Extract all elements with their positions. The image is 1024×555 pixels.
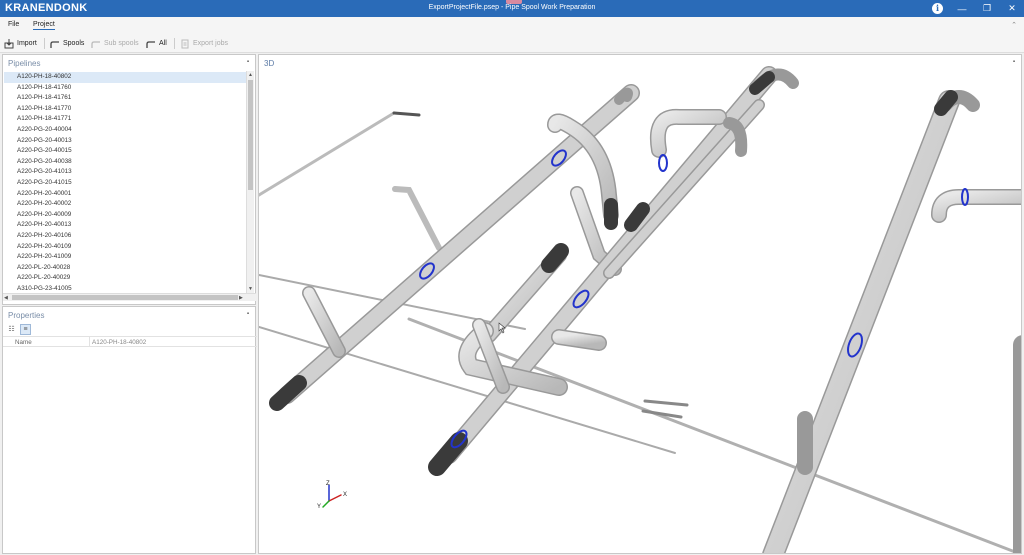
- title-bar: KRANENDONK ExportProjectFile.psep - Pipe…: [0, 0, 1024, 17]
- pipeline-list-item[interactable]: A220-PH-20-40002: [4, 199, 249, 210]
- pipelines-vertical-scrollbar[interactable]: ▲ ▼: [246, 71, 254, 293]
- ground-line: [407, 317, 1021, 553]
- window-title: ExportProjectFile.psep - Pipe Spool Work…: [428, 4, 596, 11]
- menu-file[interactable]: File: [8, 21, 19, 28]
- restore-button[interactable]: ❐: [975, 0, 999, 17]
- scroll-right-icon[interactable]: ▶: [239, 295, 243, 301]
- alphabetical-view-icon[interactable]: ≡: [20, 324, 31, 335]
- scroll-thumb[interactable]: [12, 295, 238, 300]
- sub-spools-label: Sub spools: [104, 40, 139, 47]
- import-button[interactable]: Import: [4, 37, 37, 50]
- short-pipe-fill: [552, 330, 606, 350]
- import-label: Import: [17, 40, 37, 47]
- pin-icon[interactable]: ▪: [247, 59, 249, 65]
- spools-label: Spools: [63, 40, 85, 47]
- pipeline-list-item[interactable]: A220-PH-20-40109: [4, 242, 249, 253]
- pipeline-list-item[interactable]: A120-PH-18-41761: [4, 93, 249, 104]
- menu-project[interactable]: Project: [33, 21, 55, 30]
- small-elbow-pipe[interactable]: [392, 186, 442, 251]
- menu-bar: File Project ⌃: [0, 17, 1024, 34]
- axis-x-label: X: [343, 492, 347, 498]
- pipe-end-cap[interactable]: [269, 375, 307, 411]
- 3d-viewport[interactable]: 3D ▪ Z X Y: [258, 54, 1022, 554]
- pipeline-list-item[interactable]: A220-PH-20-40009: [4, 210, 249, 221]
- pipeline-list-item[interactable]: A220-PG-20-40038: [4, 157, 249, 168]
- pipeline-list-item[interactable]: A220-PG-20-40004: [4, 125, 249, 136]
- small-spool[interactable]: [643, 399, 689, 407]
- pipe-end-cap[interactable]: [428, 432, 468, 476]
- categorized-view-icon[interactable]: ☷: [6, 324, 17, 335]
- axis-y-label: Y: [317, 504, 321, 510]
- export-jobs-button[interactable]: Export jobs: [180, 37, 228, 50]
- y-axis-line: [322, 500, 330, 508]
- import-icon: [4, 38, 14, 48]
- pipeline-list-item[interactable]: A120-PH-18-41771: [4, 114, 249, 125]
- branch-pipe-fill: [303, 287, 345, 357]
- all-button[interactable]: All: [146, 37, 167, 50]
- pin-icon[interactable]: ▪: [247, 311, 249, 317]
- collapse-ribbon-icon[interactable]: ⌃: [1011, 21, 1017, 29]
- pipeline-list-item[interactable]: A120-PH-18-40802: [4, 72, 249, 83]
- spool-icon: [50, 40, 59, 48]
- property-name-value[interactable]: A120-PH-18-40802: [89, 337, 146, 347]
- pipelines-panel: Pipelines ▪ A120-PH-18-40802 A120-PH-18-4…: [2, 54, 256, 305]
- pipeline-list-item[interactable]: A120-PH-18-41770: [4, 104, 249, 115]
- pipeline-list-item[interactable]: A220-PG-20-40015: [4, 146, 249, 157]
- all-spools-icon: [146, 40, 155, 48]
- pipeline-list-item[interactable]: A220-PG-20-41013: [4, 167, 249, 178]
- axis-z-label: Z: [326, 481, 330, 487]
- sub-spools-button[interactable]: Sub spools: [91, 37, 139, 50]
- property-name-label: Name: [15, 339, 32, 346]
- pipelines-horizontal-scrollbar[interactable]: ◀ ▶: [3, 293, 256, 301]
- thin-pipe[interactable]: [259, 111, 396, 197]
- all-label: All: [159, 40, 167, 47]
- pipelines-title: Pipelines: [8, 59, 41, 68]
- pipe-end-cap[interactable]: [934, 90, 958, 116]
- toolbar-separator: [44, 38, 45, 49]
- scroll-up-icon[interactable]: ▲: [248, 72, 253, 78]
- main-pipe-5-fill: [763, 91, 959, 553]
- spools-button[interactable]: Spools: [50, 37, 84, 50]
- scroll-left-icon[interactable]: ◀: [4, 295, 8, 301]
- pipeline-list-item[interactable]: A220-PH-20-41009: [4, 252, 249, 263]
- property-row[interactable]: Name A120-PH-18-40802: [3, 336, 257, 347]
- pipeline-list-item[interactable]: A220-PG-20-40013: [4, 136, 249, 147]
- pipeline-list-item[interactable]: A220-PH-20-40106: [4, 231, 249, 242]
- pipe-end-cap[interactable]: [624, 202, 650, 232]
- pipeline-list-item[interactable]: A220-PL-20-40029: [4, 273, 249, 284]
- toolbar: Import Spools Sub spools All Export jobs: [0, 34, 1024, 53]
- scroll-thumb[interactable]: [248, 80, 253, 190]
- pipeline-list-item[interactable]: A220-PL-20-40028: [4, 263, 249, 274]
- export-jobs-label: Export jobs: [193, 40, 229, 47]
- pipeline-list-item[interactable]: A120-PH-18-41760: [4, 83, 249, 94]
- pipeline-list-item[interactable]: A220-PH-20-40001: [4, 189, 249, 200]
- toolbar-separator: [174, 38, 175, 49]
- sub-spool-icon: [91, 40, 100, 48]
- scroll-down-icon[interactable]: ▼: [248, 286, 253, 292]
- pipeline-list-item[interactable]: A220-PG-20-41015: [4, 178, 249, 189]
- pipeline-list-item[interactable]: A220-PH-20-40013: [4, 220, 249, 231]
- pipe-elbow[interactable]: [614, 87, 633, 105]
- properties-title: Properties: [8, 311, 45, 320]
- close-button[interactable]: ✕: [1000, 0, 1024, 17]
- minimize-button[interactable]: —: [950, 0, 974, 17]
- pipe-end-cap[interactable]: [541, 243, 569, 273]
- properties-toolbar: ☷ ≡: [6, 324, 31, 335]
- thin-pipe-end[interactable]: [392, 111, 421, 117]
- app-window: KRANENDONK ExportProjectFile.psep - Pipe…: [0, 0, 1024, 555]
- info-icon[interactable]: i: [932, 3, 943, 14]
- x-axis-line: [328, 494, 342, 502]
- 3d-scene[interactable]: Z X Y: [259, 55, 1022, 554]
- flange-ring[interactable]: [658, 154, 668, 172]
- properties-panel: Properties ▪ ☷ ≡ Name A120-PH-18-40802: [2, 306, 257, 554]
- export-icon: [181, 39, 189, 48]
